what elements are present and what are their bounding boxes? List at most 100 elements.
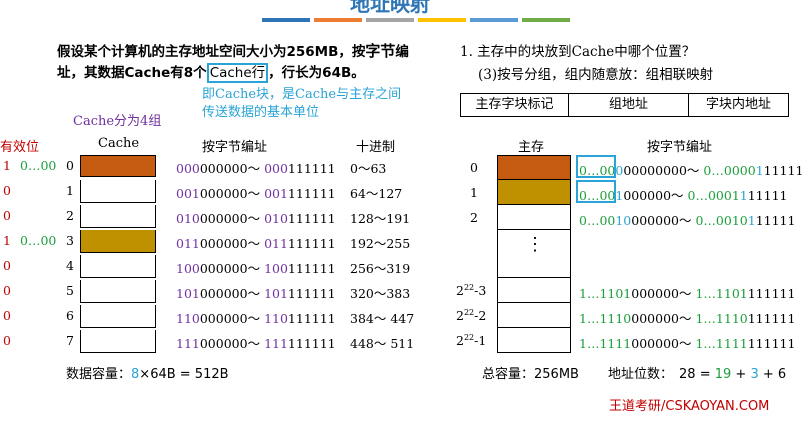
- offset-bits: 111111: [747, 311, 796, 326]
- question-bold: 字节: [365, 42, 396, 60]
- offset-bits: 00000000～: [623, 163, 704, 178]
- decimal-range: 448～ 511: [350, 336, 415, 351]
- offset-bits: 000000～: [631, 311, 696, 326]
- address-offset-bits: 111111: [287, 286, 336, 301]
- address-group-bits: 110: [264, 311, 288, 326]
- valid-bit-header: 有效位: [0, 140, 40, 155]
- field-label: 主存字块标记: [475, 97, 554, 112]
- bits-tag: 19: [714, 367, 732, 382]
- cache-line-index: 6: [66, 308, 74, 323]
- bits-eq: 28 =: [679, 367, 715, 382]
- valid-bit: 1: [3, 233, 11, 248]
- question-text: 编: [395, 44, 409, 60]
- address-offset-bits: 111111: [287, 161, 336, 176]
- range-sep: ～: [247, 311, 265, 326]
- right-byte-address-header: 按字节编址: [647, 140, 713, 155]
- address-offset-bits: 000000: [199, 311, 248, 326]
- header-bar-gray: [366, 18, 414, 22]
- decimal-range: 384～ 447: [350, 311, 415, 326]
- note-line-1: 即Cache块，是Cache与主存之间: [202, 87, 402, 102]
- address-range: 010000000～ 010111111: [176, 208, 336, 227]
- cache-line: [80, 255, 156, 278]
- valid-bit: 0: [3, 183, 11, 198]
- group-tag-bits: 0…0001: [687, 188, 740, 203]
- header-bar-blue-1: [262, 18, 310, 22]
- cache-line: [80, 305, 156, 328]
- address-offset-bits: 000000: [199, 261, 248, 276]
- decimal-header: 十进制: [356, 140, 396, 155]
- valid-bit: 0: [3, 258, 11, 273]
- index-suffix: -3: [474, 283, 487, 299]
- address-group-bits: 010: [176, 211, 200, 226]
- index-suffix: -2: [474, 308, 487, 324]
- group-index-bits: 1: [755, 163, 764, 178]
- bits-offset: + 6: [758, 367, 787, 382]
- cache-line-index: 1: [66, 183, 74, 198]
- range-sep: ～: [247, 161, 265, 176]
- group-tag-bits: 1…1101: [579, 286, 632, 301]
- question-line-2: 址，其数据Cache有8个 Cache行 ，行长为64B。: [57, 62, 365, 84]
- address-group-bits: 001: [264, 186, 288, 201]
- address-group-bits: 110: [176, 311, 200, 326]
- address-group-bits: 101: [264, 286, 288, 301]
- valid-bit: 0: [3, 283, 11, 298]
- valid-bit: 0: [3, 333, 11, 348]
- cache-line: [80, 180, 156, 203]
- question-text: ，行长为64B。: [268, 65, 365, 81]
- offset-bits: 000000～: [631, 286, 696, 301]
- decimal-range: 320～383: [350, 286, 411, 301]
- groups-label: Cache分为4组: [73, 114, 162, 129]
- header-bar-orange: [314, 18, 362, 22]
- memory-block-index: 0: [470, 160, 478, 175]
- brand-text: 王道考研/CSKAOYAN.COM: [609, 399, 770, 414]
- offset-bits: 000000～: [631, 213, 696, 228]
- address-group-bits: 011: [264, 236, 288, 251]
- valid-bit: 1: [3, 158, 11, 173]
- header-bar-green: [522, 18, 570, 22]
- index-base: 2: [456, 283, 464, 299]
- address-offset-bits: 111111: [287, 186, 336, 201]
- total-label: 总容量：: [482, 367, 535, 382]
- address-offset-bits: 000000: [199, 186, 248, 201]
- memory-address-range: 1…1111000000～ 1…1111111111: [579, 333, 795, 352]
- decimal-range: 64～127: [350, 186, 403, 201]
- cache-line-index: 3: [66, 233, 74, 248]
- byte-address-header: 按字节编址: [202, 140, 268, 155]
- address-range: 011000000～ 011111111: [176, 233, 336, 252]
- offset-bits: 11111: [763, 163, 804, 178]
- offset-bits: 000000～: [623, 188, 688, 203]
- highlight-box-row-1: [576, 180, 616, 203]
- decimal-range: 256～319: [350, 261, 411, 276]
- memory-block-n2: [497, 303, 571, 328]
- header-bar-yellow: [418, 18, 466, 22]
- offset-bits: 11111: [747, 188, 788, 203]
- total-capacity: 总容量：256MB: [482, 363, 579, 382]
- memory-block-index: 222-2: [456, 308, 486, 323]
- offset-bits: 111111: [747, 286, 796, 301]
- memory-address-range: 1…1110000000～ 1…1110111111: [579, 308, 795, 327]
- address-range: 000000000～ 000111111: [176, 158, 336, 177]
- index-suffix: -1: [474, 333, 487, 349]
- address-bits: 地址位数： 28 = 19 + 3 + 6: [608, 363, 786, 382]
- group-tag-bits: 0…0000: [703, 163, 756, 178]
- range-sep: ～: [247, 336, 265, 351]
- group-index-bits: 1: [739, 188, 748, 203]
- range-sep: ～: [247, 186, 265, 201]
- address-group-bits: 100: [176, 261, 200, 276]
- memory-block-1: [497, 180, 571, 205]
- memory-block-2: [497, 205, 571, 230]
- memory-block-n1: [497, 328, 571, 353]
- decimal-range: 192～255: [350, 236, 411, 251]
- address-offset-bits: 111111: [287, 211, 336, 226]
- main-memory-header: 主存: [518, 140, 545, 155]
- group-index-bits: 10: [615, 213, 632, 228]
- group-tag-bits: 1…1111: [695, 336, 748, 351]
- total-value: 256MB: [534, 367, 579, 382]
- address-group-bits: 010: [264, 211, 288, 226]
- cache-tag: 0…00: [20, 233, 57, 248]
- address-range: 110000000～ 110111111: [176, 308, 336, 327]
- cache-line-index: 4: [66, 258, 74, 273]
- index-exponent: 22: [463, 308, 475, 317]
- range-sep: ～: [247, 261, 265, 276]
- index-base: 1: [470, 185, 478, 200]
